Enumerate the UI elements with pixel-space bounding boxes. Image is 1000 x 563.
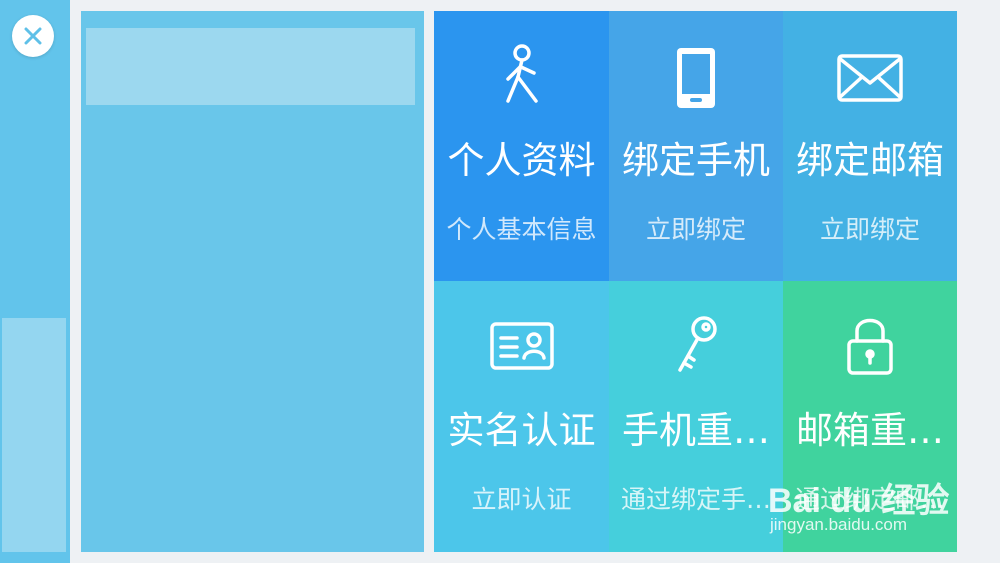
id-card-icon xyxy=(487,311,557,381)
tile-title: 绑定邮箱 xyxy=(796,139,944,182)
tile-bind-email[interactable]: 绑定邮箱 立即绑定 xyxy=(783,11,957,281)
lock-icon xyxy=(835,311,905,381)
account-tiles-grid: 个人资料 个人基本信息 绑定手机 立即绑定 绑定邮箱 立即绑定 实名认证 立即认… xyxy=(434,11,957,552)
tile-real-name[interactable]: 实名认证 立即认证 xyxy=(434,281,609,552)
close-icon xyxy=(24,27,42,45)
tile-subtitle: 个人基本信息 xyxy=(446,215,597,244)
tile-title: 个人资料 xyxy=(447,139,596,182)
key-icon xyxy=(661,311,731,381)
tile-phone-reset[interactable]: 手机重… 通过绑定手… xyxy=(609,281,783,552)
tile-profile[interactable]: 个人资料 个人基本信息 xyxy=(434,11,609,281)
tile-subtitle: 立即绑定 xyxy=(819,215,920,244)
center-panel-header xyxy=(86,28,415,105)
tile-bind-phone[interactable]: 绑定手机 立即绑定 xyxy=(609,11,783,281)
tile-subtitle: 立即绑定 xyxy=(645,215,746,244)
tile-subtitle: 通过绑定手… xyxy=(620,485,771,514)
center-panel xyxy=(81,11,424,552)
tile-subtitle: 立即认证 xyxy=(471,485,572,514)
left-panel-lower-block xyxy=(2,318,66,552)
tile-title: 实名认证 xyxy=(447,409,596,452)
tile-title: 邮箱重… xyxy=(796,409,944,452)
person-icon xyxy=(487,43,557,113)
mail-icon xyxy=(835,43,905,113)
tile-email-reset[interactable]: 邮箱重… 通过绑定邮… xyxy=(783,281,957,552)
close-button[interactable] xyxy=(12,15,54,57)
phone-icon xyxy=(661,43,731,113)
left-side-panel xyxy=(0,0,70,563)
tile-title: 绑定手机 xyxy=(622,139,770,182)
tile-subtitle: 通过绑定邮… xyxy=(794,485,945,514)
tile-title: 手机重… xyxy=(622,409,770,452)
